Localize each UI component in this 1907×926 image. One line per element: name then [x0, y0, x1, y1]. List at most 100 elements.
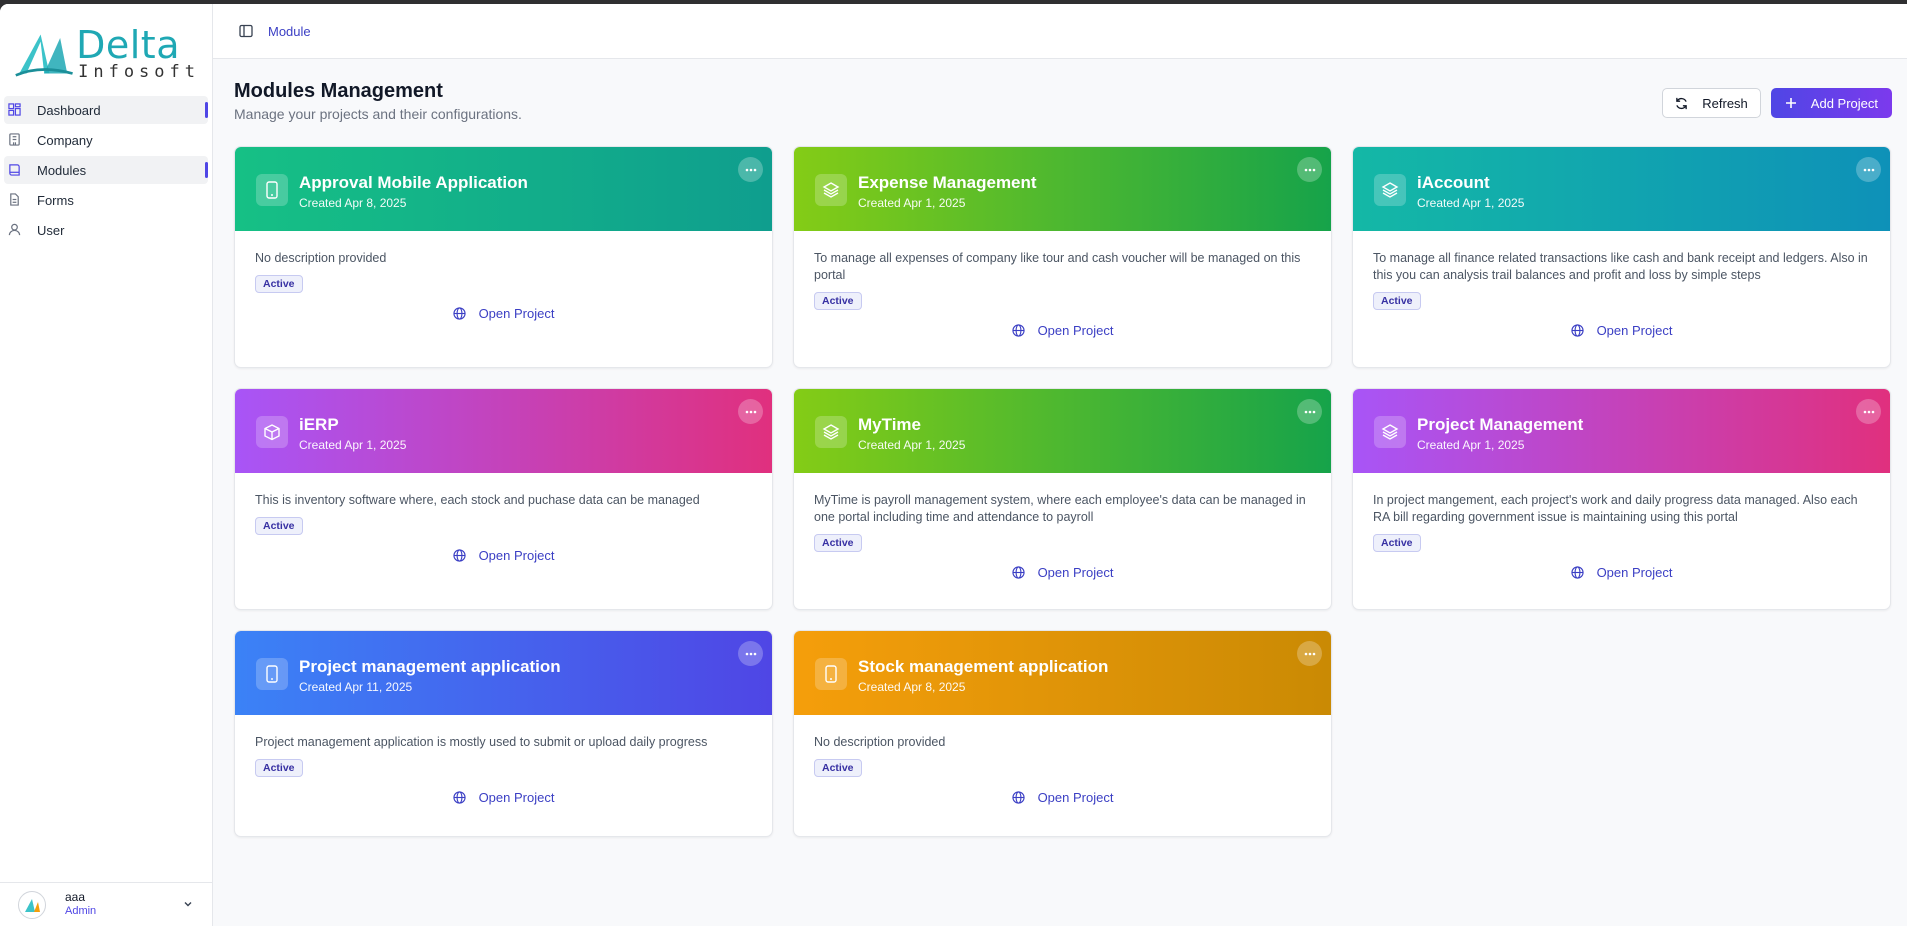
globe-icon — [1570, 324, 1584, 337]
globe-icon — [452, 549, 466, 562]
open-project-link[interactable]: Open Project — [255, 306, 752, 321]
sidebar-item-label: Company — [37, 132, 93, 148]
chevron-down-icon — [184, 902, 192, 907]
more-options-button[interactable] — [1856, 157, 1881, 182]
project-card[interactable]: Project Management Created Apr 1, 2025 In … — [1352, 388, 1891, 610]
status-badge: Active — [255, 759, 303, 777]
card-title: iAccount — [1417, 173, 1490, 192]
avatar-logo-icon — [25, 898, 40, 912]
add-project-label: Add Project — [1810, 95, 1878, 111]
file-icon — [10, 193, 19, 206]
card-header: Project management application Created Ap… — [235, 631, 772, 715]
card-body: This is inventory software where, each s… — [235, 473, 772, 563]
company-logo[interactable]: Delta Infosoft — [14, 25, 200, 83]
card-description: No description provided — [255, 251, 387, 265]
smartphone-icon — [256, 174, 288, 206]
sidebar-item-dashboard[interactable]: Dashboard — [4, 96, 208, 124]
globe-icon — [1570, 566, 1584, 579]
open-project-link[interactable]: Open Project — [1373, 323, 1870, 338]
card-header: Expense Management Created Apr 1, 2025 — [794, 147, 1331, 231]
card-date: Created Apr 11, 2025 — [299, 680, 413, 694]
card-body: To manage all finance related transactio… — [1353, 231, 1890, 338]
layers-icon — [815, 416, 847, 448]
sidebar-item-company[interactable]: Company — [4, 126, 208, 154]
open-project-link[interactable]: Open Project — [814, 790, 1311, 805]
globe-icon — [1011, 324, 1025, 337]
more-icon — [1863, 168, 1874, 171]
breadcrumb[interactable]: Module — [268, 24, 311, 39]
more-options-button[interactable] — [1297, 157, 1322, 182]
open-project-link[interactable]: Open Project — [814, 323, 1311, 338]
open-project-label: Open Project — [478, 306, 555, 321]
card-title: Approval Mobile Application — [299, 173, 528, 192]
more-options-button[interactable] — [738, 399, 763, 424]
project-card[interactable]: Project management application Created Ap… — [234, 630, 773, 837]
globe-icon — [452, 307, 466, 320]
status-badge: Active — [1373, 292, 1421, 310]
plus-icon — [1785, 98, 1796, 108]
open-project-link[interactable]: Open Project — [255, 548, 752, 563]
user-name: aaa — [65, 890, 86, 905]
sidebar-item-label: Modules — [37, 162, 87, 178]
project-card[interactable]: iERP Created Apr 1, 2025 This is inventory… — [234, 388, 773, 610]
card-date: Created Apr 1, 2025 — [858, 438, 966, 452]
card-body: In project mangement, each project's wor… — [1353, 473, 1890, 580]
card-description: Project management application is mostly… — [255, 735, 708, 749]
more-icon — [745, 410, 756, 413]
card-title: iERP — [299, 415, 339, 434]
project-card[interactable]: Expense Management Created Apr 1, 2025 To … — [793, 146, 1332, 368]
sidebar-item-label: Forms — [37, 192, 74, 208]
open-project-link[interactable]: Open Project — [1373, 565, 1870, 580]
logo-mark-icon — [15, 34, 73, 77]
globe-icon — [1011, 791, 1025, 804]
refresh-button[interactable]: Refresh — [1662, 88, 1761, 118]
project-card[interactable]: Stock management application Created Apr … — [793, 630, 1332, 837]
more-options-button[interactable] — [738, 641, 763, 666]
more-icon — [1304, 168, 1315, 171]
open-project-label: Open Project — [1596, 565, 1673, 580]
card-description: In project mangement, each project's wor… — [1373, 493, 1858, 524]
status-badge: Active — [814, 292, 862, 310]
refresh-icon — [1676, 97, 1688, 109]
more-options-button[interactable] — [738, 157, 763, 182]
more-options-button[interactable] — [1856, 399, 1881, 424]
project-card[interactable]: iAccount Created Apr 1, 2025 To manage all… — [1352, 146, 1891, 368]
card-description: To manage all finance related transactio… — [1373, 251, 1868, 282]
sidebar-item-label: User — [37, 222, 65, 238]
layers-icon — [1374, 174, 1406, 206]
project-card[interactable]: MyTime Created Apr 1, 2025 MyTime is payro… — [793, 388, 1332, 610]
user-menu[interactable]: aaa Admin — [0, 882, 212, 926]
project-card[interactable]: Approval Mobile Application Created Apr 8… — [234, 146, 773, 368]
more-icon — [745, 652, 756, 655]
open-project-link[interactable]: Open Project — [814, 565, 1311, 580]
sidebar-item-user[interactable]: User — [4, 216, 208, 244]
more-options-button[interactable] — [1297, 641, 1322, 666]
smartphone-icon — [815, 658, 847, 690]
open-project-label: Open Project — [478, 790, 555, 805]
refresh-label: Refresh — [1702, 95, 1748, 111]
layers-icon — [815, 174, 847, 206]
open-project-label: Open Project — [478, 548, 555, 563]
user-role: Admin — [65, 905, 97, 918]
page-title: Modules Management — [234, 80, 443, 102]
card-date: Created Apr 8, 2025 — [858, 680, 966, 694]
open-project-label: Open Project — [1037, 565, 1114, 580]
card-body: No description provided Active Open Projec… — [235, 231, 772, 321]
sidebar-item-forms[interactable]: Forms — [4, 186, 208, 214]
topbar: Module — [213, 4, 1907, 59]
sidebar-toggle-icon[interactable] — [239, 24, 253, 38]
globe-icon — [1011, 566, 1025, 579]
sidebar-nav: Dashboard Company Modules Forms User — [0, 96, 212, 246]
open-project-label: Open Project — [1037, 323, 1114, 338]
sidebar-item-modules[interactable]: Modules — [4, 156, 208, 184]
more-options-button[interactable] — [1297, 399, 1322, 424]
status-badge: Active — [814, 534, 862, 552]
card-header: Stock management application Created Apr … — [794, 631, 1331, 715]
more-icon — [1304, 652, 1315, 655]
card-title: Project Management — [1417, 415, 1584, 434]
open-project-link[interactable]: Open Project — [255, 790, 752, 805]
more-icon — [1304, 410, 1315, 413]
box-icon — [256, 416, 288, 448]
card-body: MyTime is payroll management system, whe… — [794, 473, 1331, 580]
add-project-button[interactable]: Add Project — [1770, 88, 1892, 118]
